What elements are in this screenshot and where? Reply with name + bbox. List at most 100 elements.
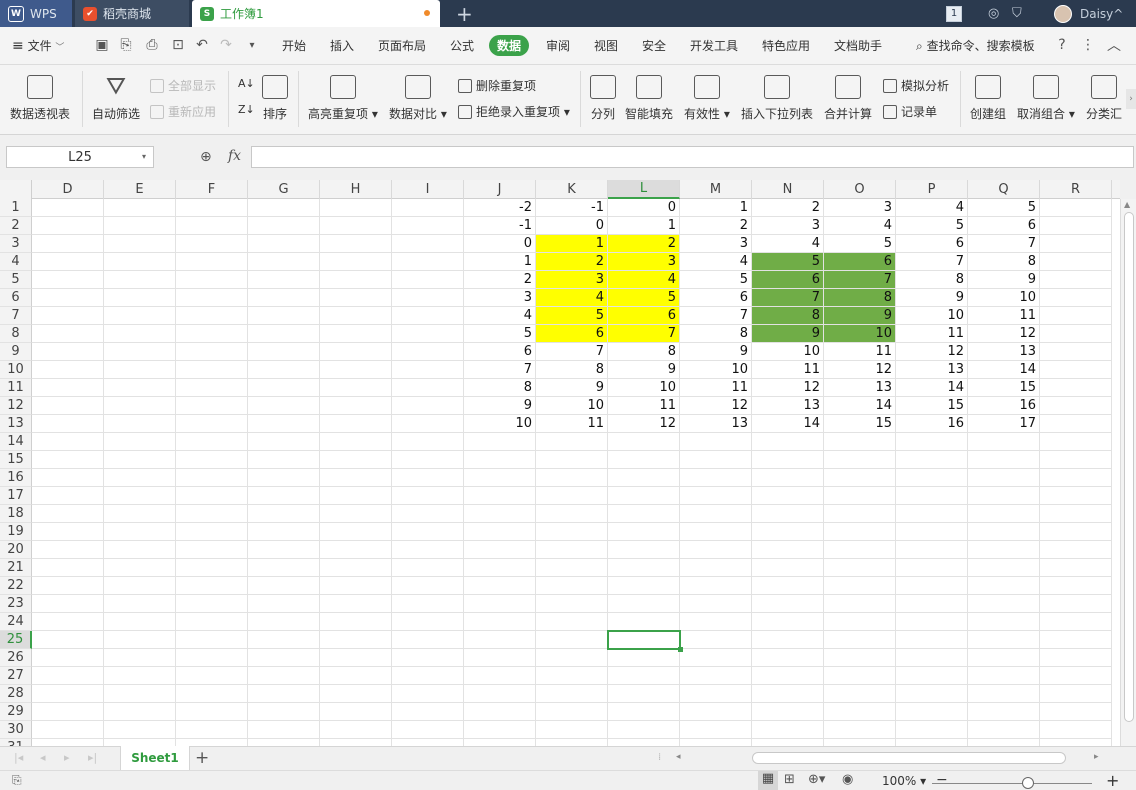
row-header-18[interactable]: 18 (0, 505, 32, 523)
cell[interactable] (32, 469, 104, 487)
cell[interactable] (608, 649, 680, 667)
cell[interactable] (176, 325, 248, 343)
cell[interactable] (752, 505, 824, 523)
cell[interactable] (248, 379, 320, 397)
cell[interactable] (176, 253, 248, 271)
cell[interactable] (176, 379, 248, 397)
cell[interactable] (392, 595, 464, 613)
cell[interactable] (824, 541, 896, 559)
cell-M2[interactable]: 2 (680, 217, 752, 235)
cell[interactable] (608, 541, 680, 559)
cell[interactable] (896, 451, 968, 469)
cell[interactable] (320, 523, 392, 541)
cell-J1[interactable]: -2 (464, 199, 536, 217)
cell[interactable] (968, 595, 1040, 613)
cell[interactable] (32, 721, 104, 739)
cell[interactable] (1040, 685, 1112, 703)
cell[interactable] (1040, 217, 1112, 235)
cell[interactable] (1040, 415, 1112, 433)
cell[interactable] (464, 613, 536, 631)
cell-L6[interactable]: 5 (608, 289, 680, 307)
cell[interactable] (680, 685, 752, 703)
cell[interactable] (248, 703, 320, 721)
cell[interactable] (176, 433, 248, 451)
cell[interactable] (968, 649, 1040, 667)
cell[interactable] (1040, 307, 1112, 325)
cell-O7[interactable]: 9 (824, 307, 896, 325)
cell[interactable] (320, 253, 392, 271)
cell-K1[interactable]: -1 (536, 199, 608, 217)
pivot-table-button[interactable]: 数据透视表 (10, 75, 70, 122)
row-header-1[interactable]: 1 (0, 199, 32, 217)
print-preview-icon[interactable]: ⊡ (170, 37, 186, 53)
zoom-slider-knob[interactable] (1022, 777, 1034, 789)
cell[interactable] (32, 541, 104, 559)
text-to-columns-button[interactable]: 分列 (590, 75, 616, 122)
cell[interactable] (680, 631, 752, 649)
cell[interactable] (176, 559, 248, 577)
column-header-G[interactable]: G (248, 180, 320, 199)
cell[interactable] (392, 379, 464, 397)
row-header-3[interactable]: 3 (0, 235, 32, 253)
cell[interactable] (248, 577, 320, 595)
cell[interactable] (536, 721, 608, 739)
column-header-P[interactable]: P (896, 180, 968, 199)
cell[interactable] (608, 667, 680, 685)
cell[interactable] (536, 451, 608, 469)
column-header-F[interactable]: F (176, 180, 248, 199)
cell[interactable] (392, 433, 464, 451)
cell-N13[interactable]: 14 (752, 415, 824, 433)
cell[interactable] (32, 199, 104, 217)
sort-descending-button[interactable]: Z↓ (238, 103, 255, 116)
help-icon[interactable]: ? (1054, 37, 1070, 53)
cell[interactable] (248, 487, 320, 505)
cell[interactable] (248, 613, 320, 631)
cell[interactable] (536, 649, 608, 667)
cell[interactable] (680, 469, 752, 487)
cell[interactable] (752, 703, 824, 721)
cell[interactable] (824, 523, 896, 541)
cell-N10[interactable]: 11 (752, 361, 824, 379)
cell[interactable] (176, 451, 248, 469)
cell[interactable] (320, 613, 392, 631)
cell[interactable] (104, 505, 176, 523)
row-header-10[interactable]: 10 (0, 361, 32, 379)
cell[interactable] (968, 541, 1040, 559)
cell[interactable] (824, 631, 896, 649)
skin-icon[interactable]: ◎ (988, 0, 999, 27)
cell[interactable] (680, 595, 752, 613)
save-icon[interactable]: ▣ (94, 37, 110, 53)
cell[interactable] (464, 685, 536, 703)
collapse-ribbon-icon[interactable]: ︿ (1106, 37, 1122, 54)
cell[interactable] (320, 217, 392, 235)
cell[interactable] (464, 487, 536, 505)
cell[interactable] (320, 307, 392, 325)
sort-button[interactable]: 排序 (262, 75, 288, 122)
cell-M6[interactable]: 6 (680, 289, 752, 307)
cell[interactable] (248, 271, 320, 289)
cell[interactable] (32, 685, 104, 703)
cell[interactable] (752, 559, 824, 577)
cell[interactable] (32, 307, 104, 325)
row-header-5[interactable]: 5 (0, 271, 32, 289)
cell[interactable] (464, 721, 536, 739)
cell-Q13[interactable]: 17 (968, 415, 1040, 433)
cell-O1[interactable]: 3 (824, 199, 896, 217)
reject-duplicates-button[interactable]: 拒绝录入重复项 ▾ (458, 103, 570, 120)
cell[interactable] (968, 577, 1040, 595)
cell-P1[interactable]: 4 (896, 199, 968, 217)
more-icon[interactable]: ⋮ (1080, 37, 1096, 53)
cell[interactable] (392, 361, 464, 379)
cell-L9[interactable]: 8 (608, 343, 680, 361)
what-if-analysis-button[interactable]: 模拟分析 (883, 77, 949, 94)
cell[interactable] (176, 361, 248, 379)
cell[interactable] (248, 451, 320, 469)
row-header-31[interactable]: 31 (0, 739, 32, 746)
column-header-L[interactable]: L (608, 180, 680, 199)
row-header-26[interactable]: 26 (0, 649, 32, 667)
cell[interactable] (680, 505, 752, 523)
cell[interactable] (1040, 631, 1112, 649)
cell-J9[interactable]: 6 (464, 343, 536, 361)
menu-view[interactable]: 视图 (594, 37, 618, 54)
cell[interactable] (968, 451, 1040, 469)
